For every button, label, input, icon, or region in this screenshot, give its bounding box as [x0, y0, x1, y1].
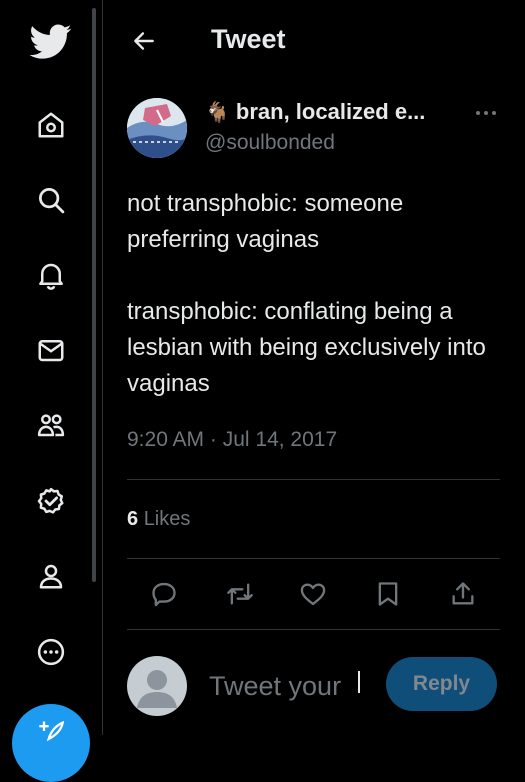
author-avatar[interactable]: [127, 98, 187, 158]
author-handle[interactable]: @soulbonded: [205, 131, 335, 155]
divider: [127, 479, 500, 480]
retweet-icon[interactable]: [224, 578, 256, 610]
share-upload-icon[interactable]: [447, 578, 479, 610]
likes-stat[interactable]: 6 Likes: [127, 508, 190, 531]
profile-icon[interactable]: [30, 555, 72, 597]
notifications-bell-icon[interactable]: [30, 254, 72, 296]
page-title: Tweet: [211, 24, 286, 54]
text-cursor: [358, 671, 360, 693]
more-horizontal-icon[interactable]: [473, 100, 499, 126]
divider: [127, 558, 500, 559]
tweet-detail-column: Tweet 🐐 bran, localized e... @soulbonded…: [103, 0, 525, 735]
like-heart-icon[interactable]: [297, 578, 329, 610]
sidebar-scrollbar[interactable]: [92, 8, 96, 582]
tweet-paragraph: not transphobic: someone preferring vagi…: [127, 190, 404, 253]
communities-icon[interactable]: [30, 404, 72, 446]
likes-label: Likes: [143, 508, 191, 530]
tweet-timestamp[interactable]: 9:20 AM · Jul 14, 2017: [127, 428, 337, 452]
search-icon[interactable]: [30, 179, 72, 221]
verified-badge-icon[interactable]: [30, 480, 72, 522]
likes-count: 6: [127, 508, 139, 530]
home-icon[interactable]: [30, 104, 72, 146]
divider: [127, 629, 500, 630]
goat-emoji: 🐐: [205, 101, 230, 124]
reply-button[interactable]: Reply: [386, 657, 497, 711]
compose-tweet-button[interactable]: [12, 704, 90, 782]
bookmark-icon[interactable]: [372, 578, 404, 610]
messages-envelope-icon[interactable]: [30, 329, 72, 371]
back-arrow-icon[interactable]: [129, 26, 159, 56]
feather-plus-icon: [39, 720, 65, 742]
tweet-paragraph: transphobic: conflating being a lesbian …: [127, 298, 486, 397]
more-options-circle-icon[interactable]: [30, 631, 72, 673]
sidebar-nav: [0, 0, 100, 782]
author-name-line[interactable]: 🐐 bran, localized e...: [205, 99, 425, 125]
current-user-avatar[interactable]: [127, 656, 187, 716]
twitter-logo-icon[interactable]: [30, 20, 72, 62]
author-display-name[interactable]: bran, localized e...: [236, 99, 426, 125]
tweet-text: not transphobic: someone preferring vagi…: [127, 186, 507, 402]
reply-icon[interactable]: [148, 578, 180, 610]
reply-text-input[interactable]: [209, 665, 369, 707]
